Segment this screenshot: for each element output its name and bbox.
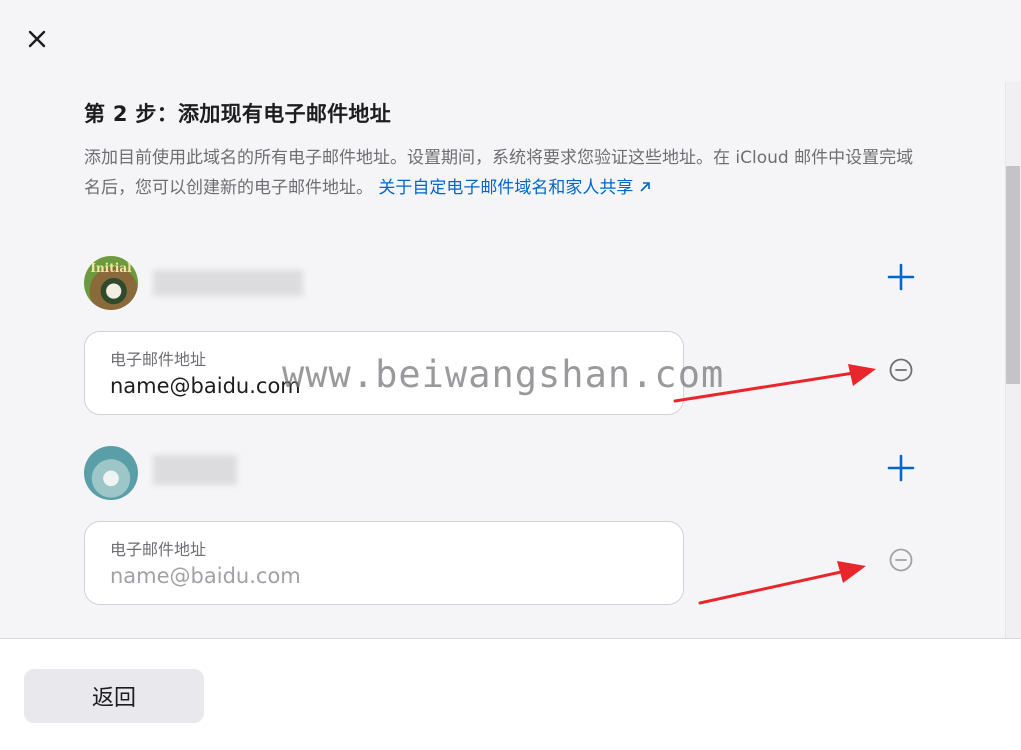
member-name-redacted bbox=[153, 455, 237, 485]
step-description: 添加目前使用此域名的所有电子邮件地址。设置期间，系统将要求您验证这些地址。在 i… bbox=[84, 143, 914, 203]
arrow-up-right-icon bbox=[640, 182, 650, 192]
add-email-button[interactable] bbox=[884, 451, 918, 485]
plus-icon bbox=[887, 454, 915, 482]
minus-circle-icon bbox=[889, 548, 913, 572]
family-sharing-link[interactable]: 关于自定电子邮件域名和家人共享 bbox=[378, 178, 650, 198]
avatar-text: Initial bbox=[90, 261, 132, 275]
member-avatar: Initial bbox=[84, 256, 138, 310]
watermark: www.beiwangshan.com bbox=[282, 353, 725, 396]
email-field-value: name@baidu.com bbox=[110, 374, 301, 398]
member-name-redacted bbox=[153, 270, 303, 296]
scrollbar-thumb[interactable] bbox=[1006, 166, 1020, 384]
member-avatar bbox=[84, 446, 138, 500]
back-button[interactable]: 返回 bbox=[24, 669, 204, 723]
email-field-placeholder: name@baidu.com bbox=[110, 564, 301, 588]
plus-icon bbox=[887, 263, 915, 291]
email-field-label: 电子邮件地址 bbox=[110, 540, 207, 559]
minus-circle-icon bbox=[889, 358, 913, 382]
top-bar bbox=[0, 0, 1021, 82]
add-email-button[interactable] bbox=[884, 260, 918, 294]
remove-email-button[interactable] bbox=[886, 545, 916, 575]
step-title: 第 2 步：添加现有电子邮件地址 bbox=[84, 102, 392, 126]
remove-email-button[interactable] bbox=[886, 355, 916, 385]
email-field[interactable]: 电子邮件地址 name@baidu.com bbox=[84, 521, 684, 605]
close-icon bbox=[28, 30, 46, 48]
close-button[interactable] bbox=[22, 24, 52, 54]
email-field-label: 电子邮件地址 bbox=[110, 350, 207, 369]
link-label: 关于自定电子邮件域名和家人共享 bbox=[378, 178, 634, 198]
